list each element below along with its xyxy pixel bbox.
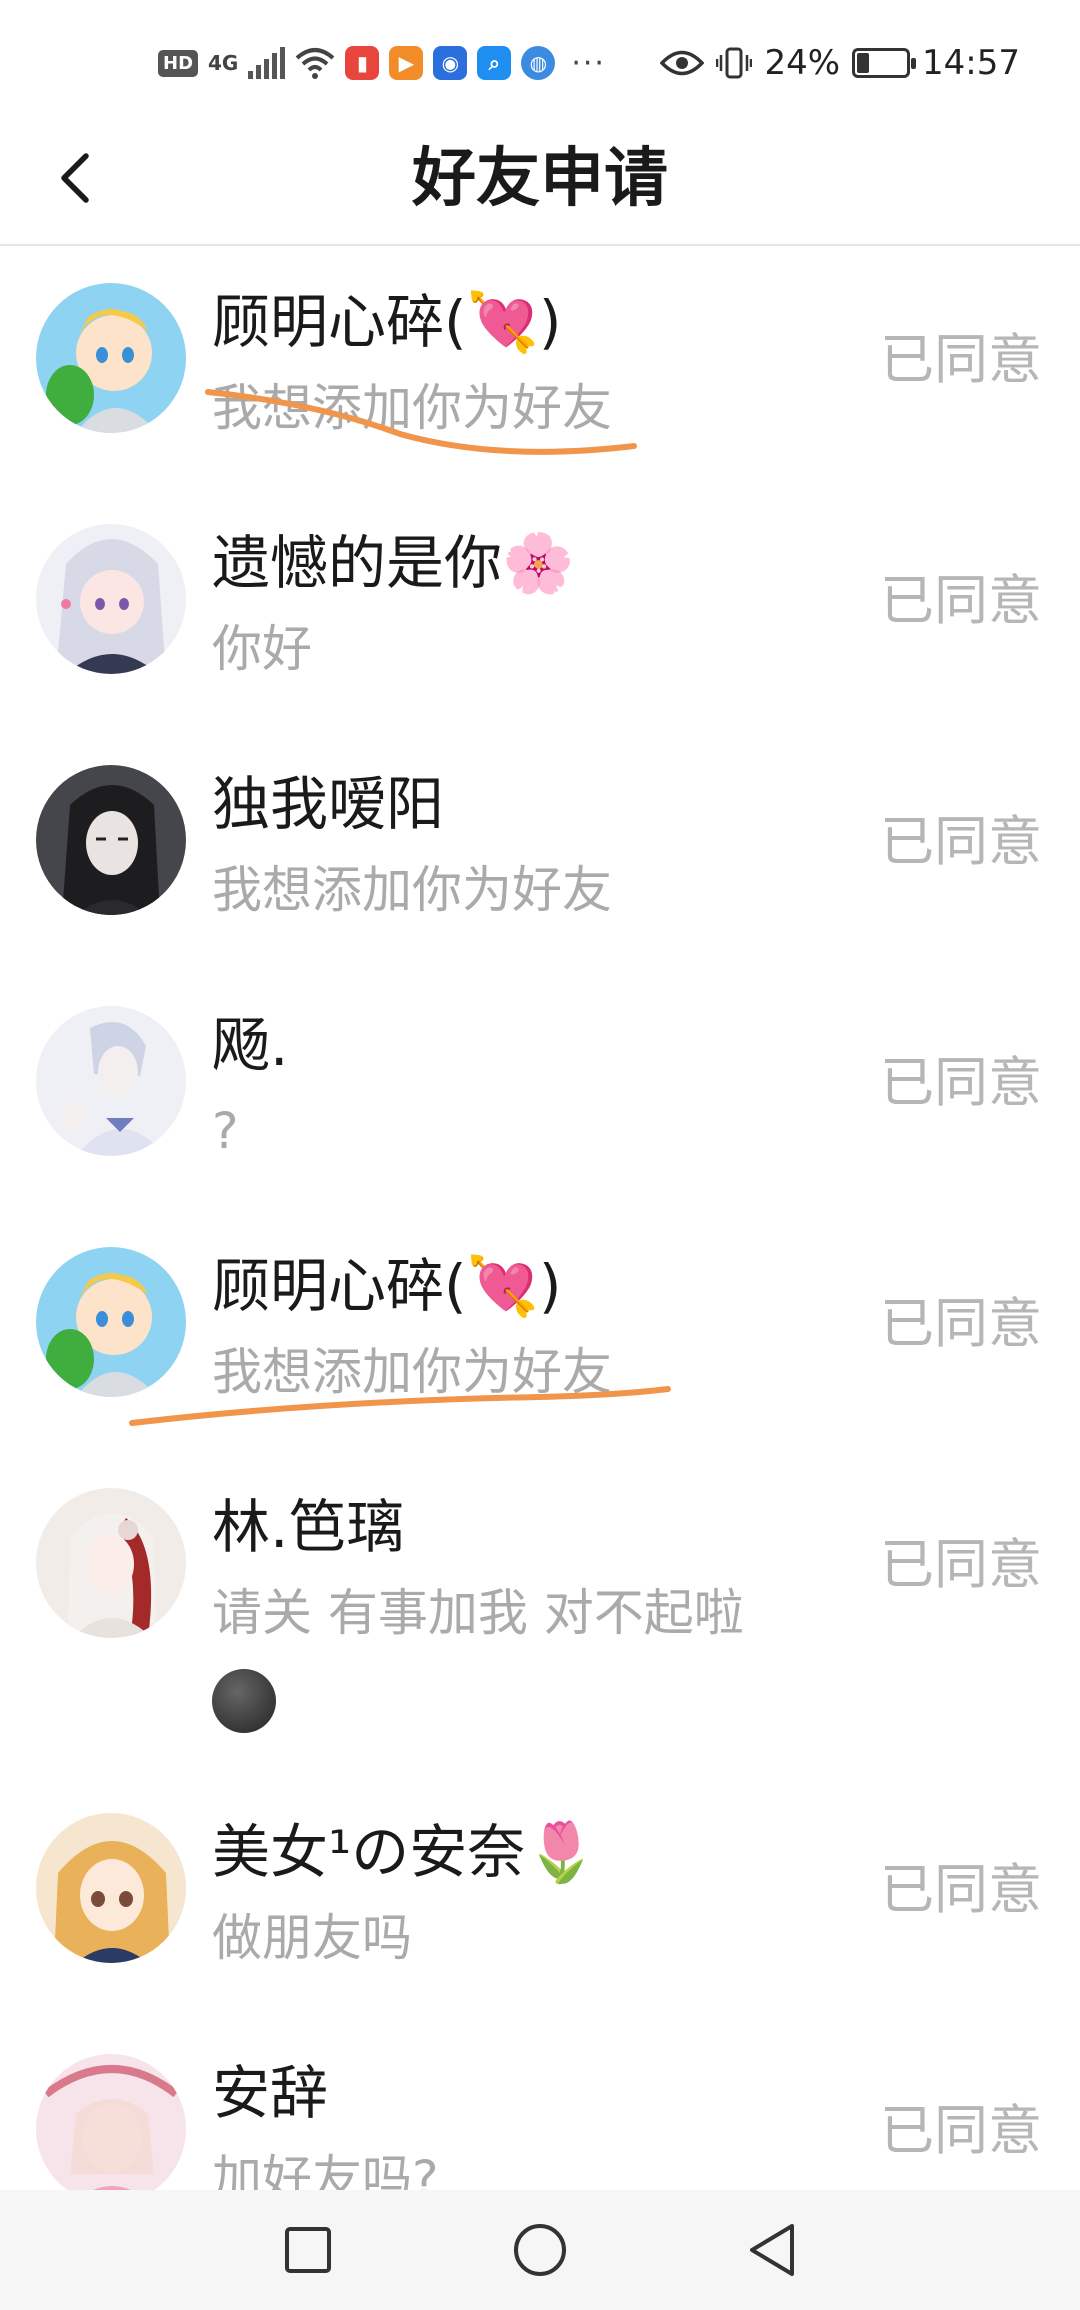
request-message: 请关 有事加我 对不起啦: [212, 1584, 744, 1642]
more-notifications-icon: ···: [571, 45, 606, 81]
network-type: 4G: [208, 51, 239, 75]
square-icon: [285, 2227, 331, 2273]
signal-icon: [248, 47, 286, 79]
requester-name: 独我嗳阳: [212, 770, 445, 838]
list-item[interactable]: 遗憾的是你🌸 你好 已同意: [0, 487, 1080, 728]
avatar[interactable]: [36, 283, 186, 433]
avatar[interactable]: [36, 1247, 186, 1397]
list-item[interactable]: 顾明心碎(💘) 我想添加你为好友 已同意: [0, 1210, 1080, 1451]
page-title: 好友申请: [412, 142, 668, 216]
request-status-accepted: 已同意: [880, 1292, 1042, 1355]
request-status-accepted: 已同意: [880, 2099, 1042, 2162]
avatar[interactable]: [36, 765, 186, 915]
requester-name: 遗憾的是你🌸: [212, 529, 575, 597]
hd-badge: HD: [158, 49, 199, 77]
app-notification-icon-red: ▮: [345, 46, 380, 80]
requester-name: 林.笆璃: [212, 1493, 405, 1561]
request-status-accepted: 已同意: [880, 569, 1042, 632]
request-message: ?: [212, 1102, 239, 1160]
requester-name: 美女¹の安奈🌷: [212, 1818, 598, 1886]
system-navigation-bar: [0, 2190, 1080, 2310]
avatar[interactable]: [36, 2054, 186, 2204]
back-nav-button[interactable]: [734, 2212, 810, 2288]
app-notification-icon-bulb: ◉: [433, 46, 468, 80]
eye-icon: [660, 50, 705, 76]
avatar[interactable]: [36, 1006, 186, 1156]
triangle-back-icon: [750, 2224, 794, 2276]
battery-percent: 24%: [764, 43, 841, 83]
requester-name: 顾明心碎(💘): [212, 1252, 562, 1320]
request-status-accepted: 已同意: [880, 328, 1042, 391]
app-notification-icon-globe: ◍: [521, 46, 556, 80]
list-item[interactable]: 美女¹の安奈🌷 做朋友吗 已同意: [0, 1776, 1080, 2017]
requester-name: 飏.: [212, 1011, 289, 1079]
avatar[interactable]: [36, 1488, 186, 1638]
requester-name: 安辞: [212, 2059, 329, 2127]
vibrate-icon: [716, 47, 753, 79]
request-message: 做朋友吗: [212, 1909, 412, 1967]
request-message: 我想添加你为好友: [212, 379, 612, 437]
status-bar: HD 4G ▮ ▶ ◉ ⌕ ◍ ··· 24% 14:57: [0, 0, 1080, 120]
request-status-accepted: 已同意: [880, 1051, 1042, 1114]
request-message: 你好: [212, 620, 312, 678]
recents-button[interactable]: [270, 2212, 346, 2288]
requester-name: 顾明心碎(💘): [212, 288, 562, 356]
request-status-accepted: 已同意: [880, 1858, 1042, 1921]
status-left-icons: HD 4G ▮ ▶ ◉ ⌕ ◍ ···: [158, 38, 606, 88]
status-right-icons: 24% 14:57: [660, 38, 1020, 88]
request-message: 我想添加你为好友: [212, 861, 612, 919]
friend-request-list: 顾明心碎(💘) 我想添加你为好友 已同意 遗憾的是你🌸 你好 已同意 独我嗳阳 …: [0, 246, 1080, 2258]
clock: 14:57: [922, 43, 1020, 83]
home-button[interactable]: [502, 2212, 578, 2288]
list-item[interactable]: 飏. ? 已同意: [0, 969, 1080, 1210]
app-notification-icon-search: ⌕: [477, 46, 512, 80]
request-message: 我想添加你为好友: [212, 1343, 612, 1401]
smirk-emoji-icon: [212, 1669, 276, 1733]
request-status-accepted: 已同意: [880, 1533, 1042, 1596]
list-item[interactable]: 独我嗳阳 我想添加你为好友 已同意: [0, 728, 1080, 969]
list-item[interactable]: 顾明心碎(💘) 我想添加你为好友 已同意: [0, 246, 1080, 487]
avatar[interactable]: [36, 524, 186, 674]
battery-icon: [852, 48, 917, 78]
request-status-accepted: 已同意: [880, 810, 1042, 873]
top-app-bar: 好友申请: [0, 120, 1080, 246]
list-item[interactable]: 林.笆璃 请关 有事加我 对不起啦 已同意: [0, 1451, 1080, 1776]
app-notification-icon-play: ▶: [389, 46, 424, 80]
wifi-icon: [296, 48, 335, 79]
circle-icon: [514, 2224, 566, 2276]
avatar[interactable]: [36, 1813, 186, 1963]
